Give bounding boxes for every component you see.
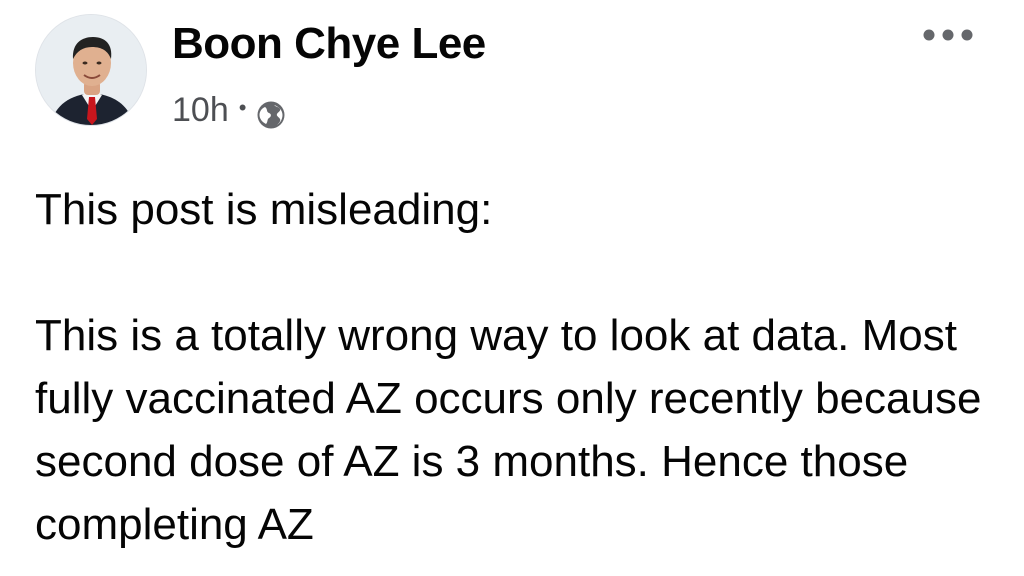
more-options-icon — [923, 29, 973, 41]
author-avatar[interactable] — [35, 14, 147, 126]
meta-separator: • — [238, 95, 247, 120]
post-body: This post is misleading: This is a total… — [35, 178, 1010, 556]
profile-photo-icon — [36, 15, 146, 125]
post-header: Boon Chye Lee 10h • — [0, 0, 1024, 140]
post-paragraph-2: This is a totally wrong way to look at d… — [35, 311, 982, 549]
post-meta: 10h • — [172, 86, 286, 134]
author-name[interactable]: Boon Chye Lee — [172, 16, 486, 72]
facebook-post: Boon Chye Lee 10h • This post is mislead… — [0, 0, 1024, 576]
more-options-button[interactable] — [920, 20, 976, 50]
post-timestamp[interactable]: 10h — [172, 86, 229, 134]
globe-icon[interactable] — [256, 95, 286, 129]
post-paragraph-1: This post is misleading: — [35, 185, 493, 234]
